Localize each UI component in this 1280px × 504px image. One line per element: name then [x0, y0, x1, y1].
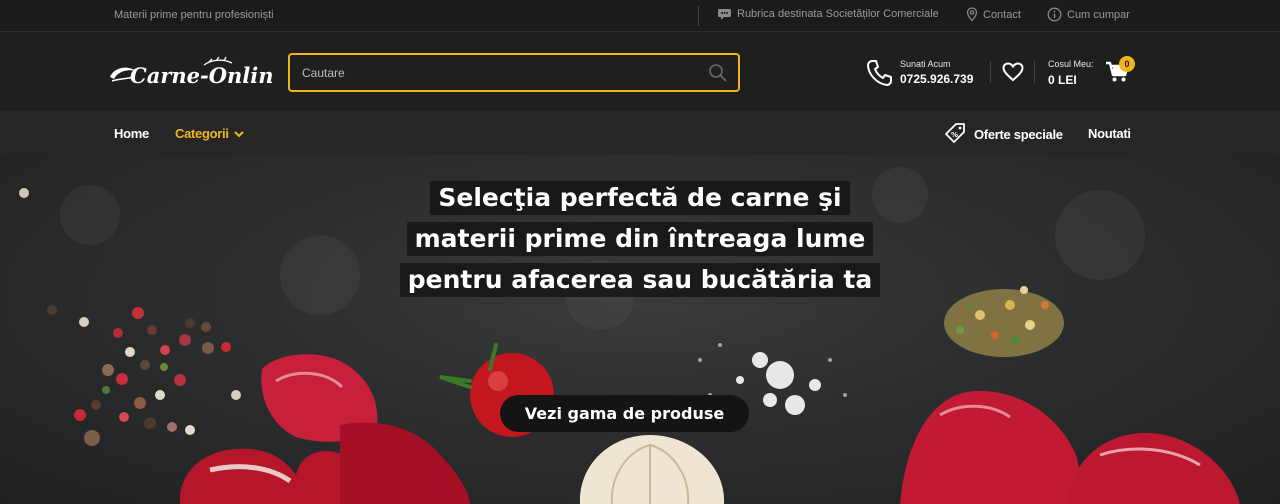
logo-mark: Carne-Online: [110, 56, 287, 88]
tag-percent-icon: %: [944, 122, 966, 147]
nav-special-offers[interactable]: % Oferte speciale: [944, 122, 1063, 147]
companies-section-link[interactable]: Rubrica destinata Societăților Comercial…: [717, 7, 939, 21]
phone-label: Sunati Acum: [900, 59, 951, 69]
hero-title: Selecţia perfectă de carne şi materii pr…: [340, 181, 940, 304]
cart-total: 0 LEI: [1048, 73, 1077, 87]
phone-icon: [866, 59, 892, 92]
contact-label: Contact: [983, 8, 1021, 21]
info-icon: [1047, 7, 1062, 22]
nav-categories-label: Categorii: [175, 126, 229, 141]
nav-categories[interactable]: Categorii: [175, 126, 244, 141]
search-icon[interactable]: [708, 63, 728, 88]
nav-home[interactable]: Home: [114, 126, 149, 141]
main-nav: Home Categorii % Oferte speciale Noutati: [0, 111, 1280, 155]
hero-title-line: materii prime din întreaga lume: [406, 222, 874, 256]
chevron-down-icon: [233, 126, 244, 141]
search-input[interactable]: [302, 55, 702, 90]
nav-special-offers-label: Oferte speciale: [974, 127, 1063, 142]
divider: [1034, 61, 1035, 83]
location-pin-icon: [966, 7, 978, 22]
heart-icon: [1002, 62, 1024, 86]
hero-title-line: Selecţia perfectă de carne şi: [430, 181, 850, 215]
cart-count-badge: 0: [1119, 56, 1135, 72]
header: Carne-Online Sunati Acum 0725.926.739 Co…: [0, 33, 1280, 111]
top-bar: Materii prime pentru profesioniști Rubri…: [0, 0, 1280, 32]
cart-button[interactable]: Cosul Meu: 0 LEI 0: [1048, 55, 1140, 91]
svg-text:%: %: [951, 131, 958, 139]
view-products-button[interactable]: Vezi gama de produse: [500, 395, 749, 432]
how-to-buy-link[interactable]: Cum cumpar: [1047, 7, 1130, 22]
divider: [990, 61, 991, 83]
hero-title-line: pentru afacerea sau bucătăria ta: [399, 263, 881, 297]
divider: [698, 6, 699, 26]
how-to-buy-label: Cum cumpar: [1067, 8, 1130, 21]
phone-number: 0725.926.739: [900, 72, 974, 86]
tagline: Materii prime pentru profesioniști: [114, 9, 274, 21]
companies-section-label: Rubrica destinata Societăților Comercial…: [737, 8, 939, 20]
nav-news[interactable]: Noutati: [1088, 126, 1131, 141]
hero-banner: Selecţia perfectă de carne şi materii pr…: [0, 155, 1280, 504]
contact-link[interactable]: Contact: [966, 7, 1021, 22]
chat-bubble-icon: [717, 7, 732, 21]
wishlist-button[interactable]: [1002, 62, 1024, 87]
logo[interactable]: Carne-Online: [108, 55, 287, 91]
cart-label: Cosul Meu:: [1048, 59, 1094, 69]
logo-text: Carne-Online: [130, 63, 272, 88]
search-box: [288, 53, 740, 92]
phone-contact[interactable]: Sunati Acum 0725.926.739: [866, 57, 978, 91]
